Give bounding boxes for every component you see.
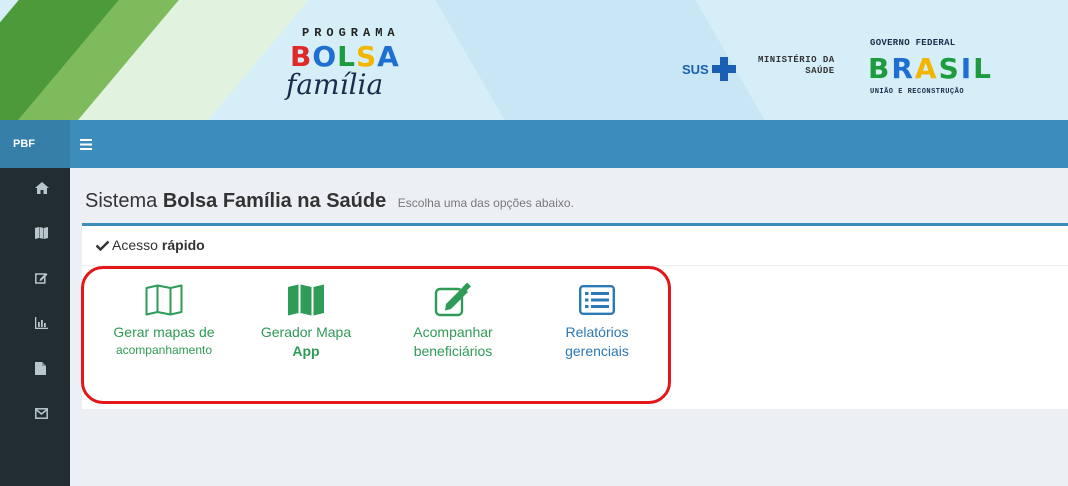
list-report-icon [579,285,615,315]
file-icon [35,361,46,375]
sidebar-item-edit[interactable] [0,260,70,296]
quick-access-box: Acesso rápido Gerar mapas de acompanhame… [82,223,1068,409]
shortcut-relatorios-gerenciais[interactable]: Relatórios gerenciais [552,282,642,359]
familia-wordmark: família [286,68,384,101]
shortcut-label-line2: acompanhamento [115,343,213,357]
sidebar [0,168,70,486]
shortcut-label-line1: Gerador Mapa [260,324,352,340]
quick-access-header: Acesso rápido [82,226,1068,266]
page-title: Sistema Bolsa Família na Saúde Escolha u… [85,190,574,213]
brasil-letter: L [973,52,994,85]
governo-label: GOVERNO FEDERAL [870,38,956,48]
shortcut-gerador-mapa-app[interactable]: Gerador Mapa App [254,282,358,359]
sidebar-item-home[interactable] [0,170,70,206]
brasil-letter: I [960,52,974,85]
map-solid-icon [288,284,324,316]
quick-access-title: Acesso rápido [96,237,205,253]
edit-square-icon [434,283,471,317]
edit-icon [35,273,48,284]
shortcut-label-line2: gerenciais [565,343,629,359]
shortcut-gerar-mapas[interactable]: Gerar mapas de acompanhamento [104,282,224,357]
shortcut-label-line1: Acompanhar [413,324,493,340]
top-navbar: PBF [0,120,1068,168]
governo-federal-logo: GOVERNO FEDERAL BRASIL UNIÃO E RECONSTRU… [862,38,991,100]
page-subtitle: Escolha uma das opções abaixo. [397,196,574,210]
uniao-label: UNIÃO E RECONSTRUÇÃO [870,88,965,96]
envelope-icon [35,407,48,419]
quick-access-title-prefix: Acesso [112,237,158,253]
bar-chart-icon [35,317,48,329]
sus-label: SUS [682,61,709,77]
sidebar-toggle-button[interactable] [80,120,92,168]
map-outline-icon [145,284,183,316]
brasil-letter: A [914,52,939,85]
sidebar-item-mail[interactable] [0,395,70,431]
home-icon [35,182,49,194]
page-title-prefix: Sistema [85,190,158,212]
ministerio-line1: MINISTÉRIO DA [758,55,835,65]
sidebar-item-map[interactable] [0,215,70,251]
map-icon [35,227,48,239]
hamburger-icon [80,138,92,150]
shortcut-acompanhar-beneficiarios[interactable]: Acompanhar beneficiários [398,282,508,359]
ministerio-line2: SAÚDE [805,66,835,76]
shortcut-label-line2: App [292,343,320,359]
shortcut-label-line1: Relatórios [565,324,629,340]
sidebar-item-file[interactable] [0,350,70,386]
ministerio-saude-logo: MINISTÉRIO DA SAÚDE [758,55,835,77]
page-title-bold: Bolsa Família na Saúde [162,190,387,212]
sus-logo: SUS [682,56,736,82]
brasil-letter: R [891,52,915,85]
brand-logo[interactable]: PBF [0,120,70,168]
programa-label: PROGRAMA [302,26,400,40]
bolsa-familia-logo: PROGRAMA BOLSA família [280,26,420,106]
brasil-letter: S [938,52,961,85]
header-banner: PROGRAMA BOLSA família SUS MINISTÉRIO DA… [0,0,1068,120]
shortcut-label-line2: beneficiários [413,343,493,359]
check-icon [96,240,109,251]
main-content: Sistema Bolsa Família na Saúde Escolha u… [70,168,1068,486]
shortcut-label-line1: Gerar mapas de [113,324,215,340]
sus-cross-icon [711,57,736,81]
quick-access-title-bold: rápido [161,237,205,253]
brasil-letter: B [868,52,892,85]
sidebar-item-reports-chart[interactable] [0,305,70,341]
brasil-wordmark: BRASIL [868,52,993,85]
